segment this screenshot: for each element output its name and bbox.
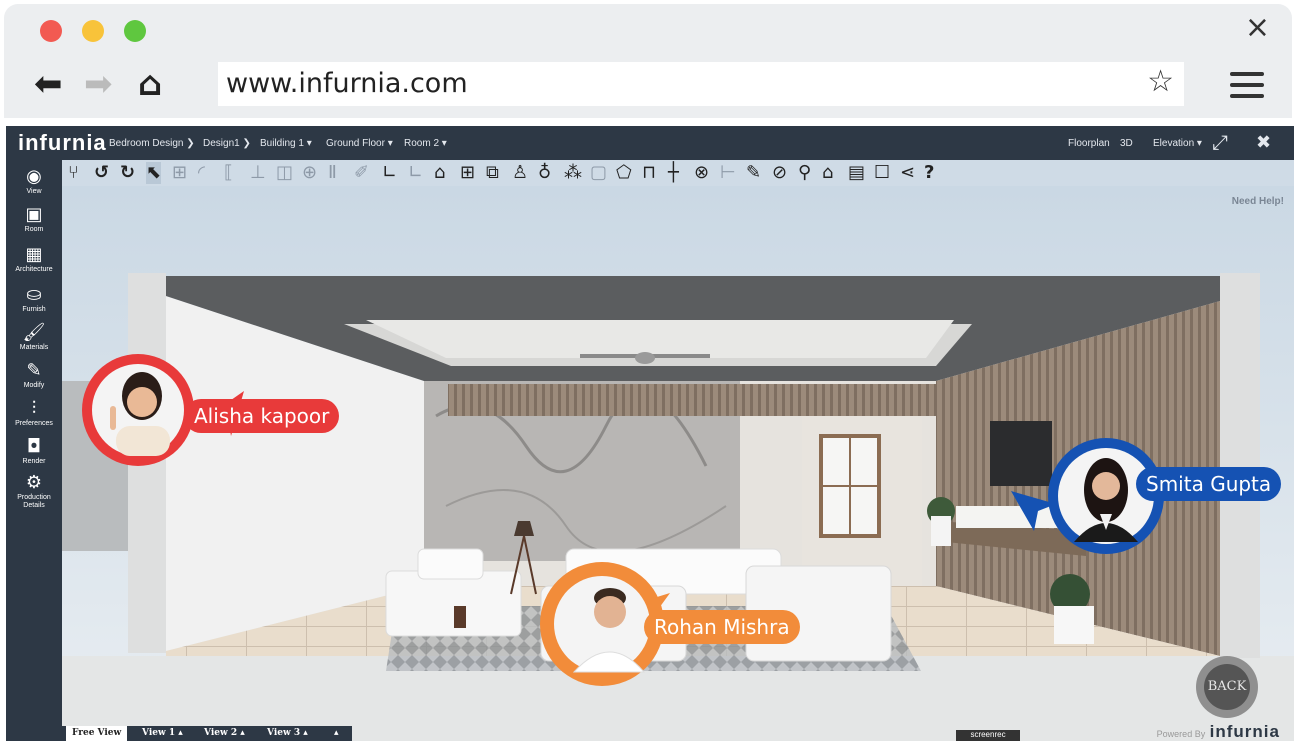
back-button-label: BACK (1204, 664, 1250, 710)
opening-icon[interactable]: ⟦ (224, 162, 233, 184)
breadcrumb-bedroom-design[interactable]: Bedroom Design ❯ (109, 138, 195, 149)
browser-chrome: × ⬅ ➡ ⌂ www.infurnia.com ☆ (4, 4, 1292, 118)
stack-icon[interactable]: ⊗ (694, 162, 709, 184)
tab-view-2[interactable]: View 2 ▴ (204, 728, 245, 738)
help-icon[interactable]: ? (924, 162, 934, 184)
document-icon[interactable]: ▤ (848, 162, 865, 184)
wardrobe-icon[interactable]: ⊓ (642, 162, 656, 184)
paint-icon[interactable]: ⊘ (772, 162, 787, 184)
comment-icon[interactable]: ☐ (874, 162, 890, 184)
select-pointer-icon[interactable]: ⬉ (146, 162, 162, 184)
breadcrumb-ground-floor[interactable]: Ground Floor ▾ (326, 138, 393, 149)
room-icon: ▣ (25, 204, 43, 225)
shape-icon[interactable]: ⬠ (616, 162, 632, 184)
sidebar-item-view[interactable]: ◉ View (6, 166, 62, 196)
powered-by: Powered By infurnia (1157, 722, 1280, 741)
tool-strip: ⑂ ↺ ↻ ⬉ ⊞ ◜ ⟦ ⊥ ◫ ⊕ Ⅱ ✐ ∟ ∟ ⌂ ⊞ ⧉ ♙ ♁ ⁂ … (62, 160, 1294, 186)
search-icon[interactable]: ⚲ (798, 162, 811, 184)
avatar-portrait (92, 364, 184, 456)
expand-icon[interactable]: ⤢ (1212, 130, 1228, 154)
person-icon[interactable]: ♙ (512, 162, 528, 184)
close-app-icon[interactable]: ✖ (1256, 132, 1271, 153)
tab-add-view[interactable]: ▴ (334, 728, 339, 738)
3d-button[interactable]: 3D (1120, 138, 1133, 149)
sidebar-item-room[interactable]: ▣ Room (6, 204, 62, 234)
l-shape-icon[interactable]: ∟ (382, 162, 397, 184)
cross-section-icon[interactable]: ┼ (668, 162, 679, 184)
wall-grid-icon[interactable]: ⊞ (172, 162, 187, 184)
sidebar-item-architecture[interactable]: ▦ Architecture (6, 244, 62, 274)
branch-icon[interactable]: ⑂ (68, 162, 79, 184)
tab-view-3[interactable]: View 3 ▴ (267, 728, 308, 738)
undo-icon[interactable]: ↺ (94, 162, 109, 184)
paint-brush-icon: 🖌 (22, 322, 46, 343)
powered-by-logo: infurnia (1209, 722, 1280, 741)
breadcrumb-room[interactable]: Room 2 ▾ (404, 138, 447, 149)
collaborator-name: Alisha kapoor (184, 399, 340, 433)
app-logo: infurnia (18, 130, 107, 155)
avatar (82, 354, 194, 466)
column-icon[interactable]: Ⅱ (328, 162, 337, 184)
camera-icon: ◘ (26, 436, 42, 457)
grouping-icon[interactable]: ⁂ (564, 162, 582, 184)
sidebar-item-production-details[interactable]: ⚙ Production Details (6, 472, 62, 510)
back-button[interactable]: BACK (1196, 656, 1258, 718)
address-bar[interactable]: www.infurnia.com ☆ (218, 62, 1184, 106)
brick-icon: ▦ (25, 244, 43, 265)
share-icon[interactable]: ⋖ (900, 162, 915, 184)
redo-icon[interactable]: ↻ (120, 162, 135, 184)
eye-icon: ◉ (26, 166, 42, 187)
sidebar-item-materials[interactable]: 🖌 Materials (6, 322, 62, 352)
gears-icon: ⚙ (25, 472, 43, 493)
house-icon[interactable]: ⌂ (434, 162, 445, 184)
layers-icon[interactable]: ⧉ (486, 162, 499, 184)
breadcrumb-building[interactable]: Building 1 ▾ (260, 138, 312, 149)
sidebar-item-modify[interactable]: ✎ Modify (6, 360, 62, 390)
sidebar-item-render[interactable]: ◘ Render (6, 436, 62, 466)
need-help-link[interactable]: Need Help! (1232, 196, 1284, 207)
maximize-window-dot[interactable] (124, 20, 146, 42)
tab-free-view[interactable]: Free View (66, 726, 128, 741)
forward-arrow-icon[interactable]: ➡ (84, 64, 113, 104)
collaborator-name: Rohan Mishra (644, 610, 800, 644)
floorplan-button[interactable]: Floorplan (1068, 138, 1110, 149)
l-shape-outline-icon[interactable]: ∟ (408, 162, 423, 184)
close-icon[interactable]: × (1245, 10, 1270, 45)
grid-blocks-icon[interactable]: ⊞ (460, 162, 475, 184)
arc-wall-icon[interactable]: ◜ (198, 162, 205, 184)
minimize-window-dot[interactable] (82, 20, 104, 42)
pencil-icon: ✎ (26, 360, 42, 381)
back-arrow-icon[interactable]: ⬅ (34, 64, 63, 104)
measure-pencil-icon[interactable]: ✐ (354, 162, 369, 184)
sofa-icon: ⛀ (26, 284, 42, 305)
pencil-icon[interactable]: ✎ (746, 162, 761, 184)
elevation-dropdown[interactable]: Elevation ▾ (1153, 138, 1202, 149)
close-window-dot[interactable] (40, 20, 62, 42)
dimension-icon[interactable]: ⊢ (720, 162, 736, 184)
powered-by-text: Powered By (1156, 729, 1206, 739)
sidebar-item-preferences[interactable]: ⫶ Preferences (6, 398, 62, 428)
left-sidebar: ◉ View ▣ Room ▦ Architecture ⛀ Furnish 🖌 Mate… (6, 160, 62, 741)
bulb-icon[interactable]: ♁ (538, 162, 551, 184)
bookmark-star-icon[interactable]: ☆ (1147, 64, 1174, 99)
home-icon[interactable]: ⌂ (138, 64, 162, 104)
frame-icon[interactable]: ▢ (590, 162, 607, 184)
collaborator-name: Smita Gupta (1136, 467, 1282, 501)
render-house-icon[interactable]: ⌂ (822, 162, 833, 184)
hamburger-menu-icon[interactable] (1230, 72, 1264, 105)
sidebar-item-furnish[interactable]: ⛀ Furnish (6, 284, 62, 314)
tab-view-1[interactable]: View 1 ▴ (142, 728, 183, 738)
breadcrumb-design1[interactable]: Design1 ❯ (203, 138, 251, 149)
sliders-icon: ⫶ (31, 398, 37, 419)
stairs-icon[interactable]: ⊥ (250, 162, 266, 184)
view-tabs: Free View View 1 ▴ View 2 ▴ View 3 ▴ ▴ (62, 726, 352, 741)
url-text: www.infurnia.com (226, 68, 468, 99)
pillar-icon[interactable]: ⊕ (302, 162, 317, 184)
app-header: infurnia Bedroom Design ❯ Design1 ❯ Buil… (6, 126, 1294, 160)
window-icon[interactable]: ◫ (276, 162, 293, 184)
screenrec-watermark: screenrec (956, 730, 1020, 741)
